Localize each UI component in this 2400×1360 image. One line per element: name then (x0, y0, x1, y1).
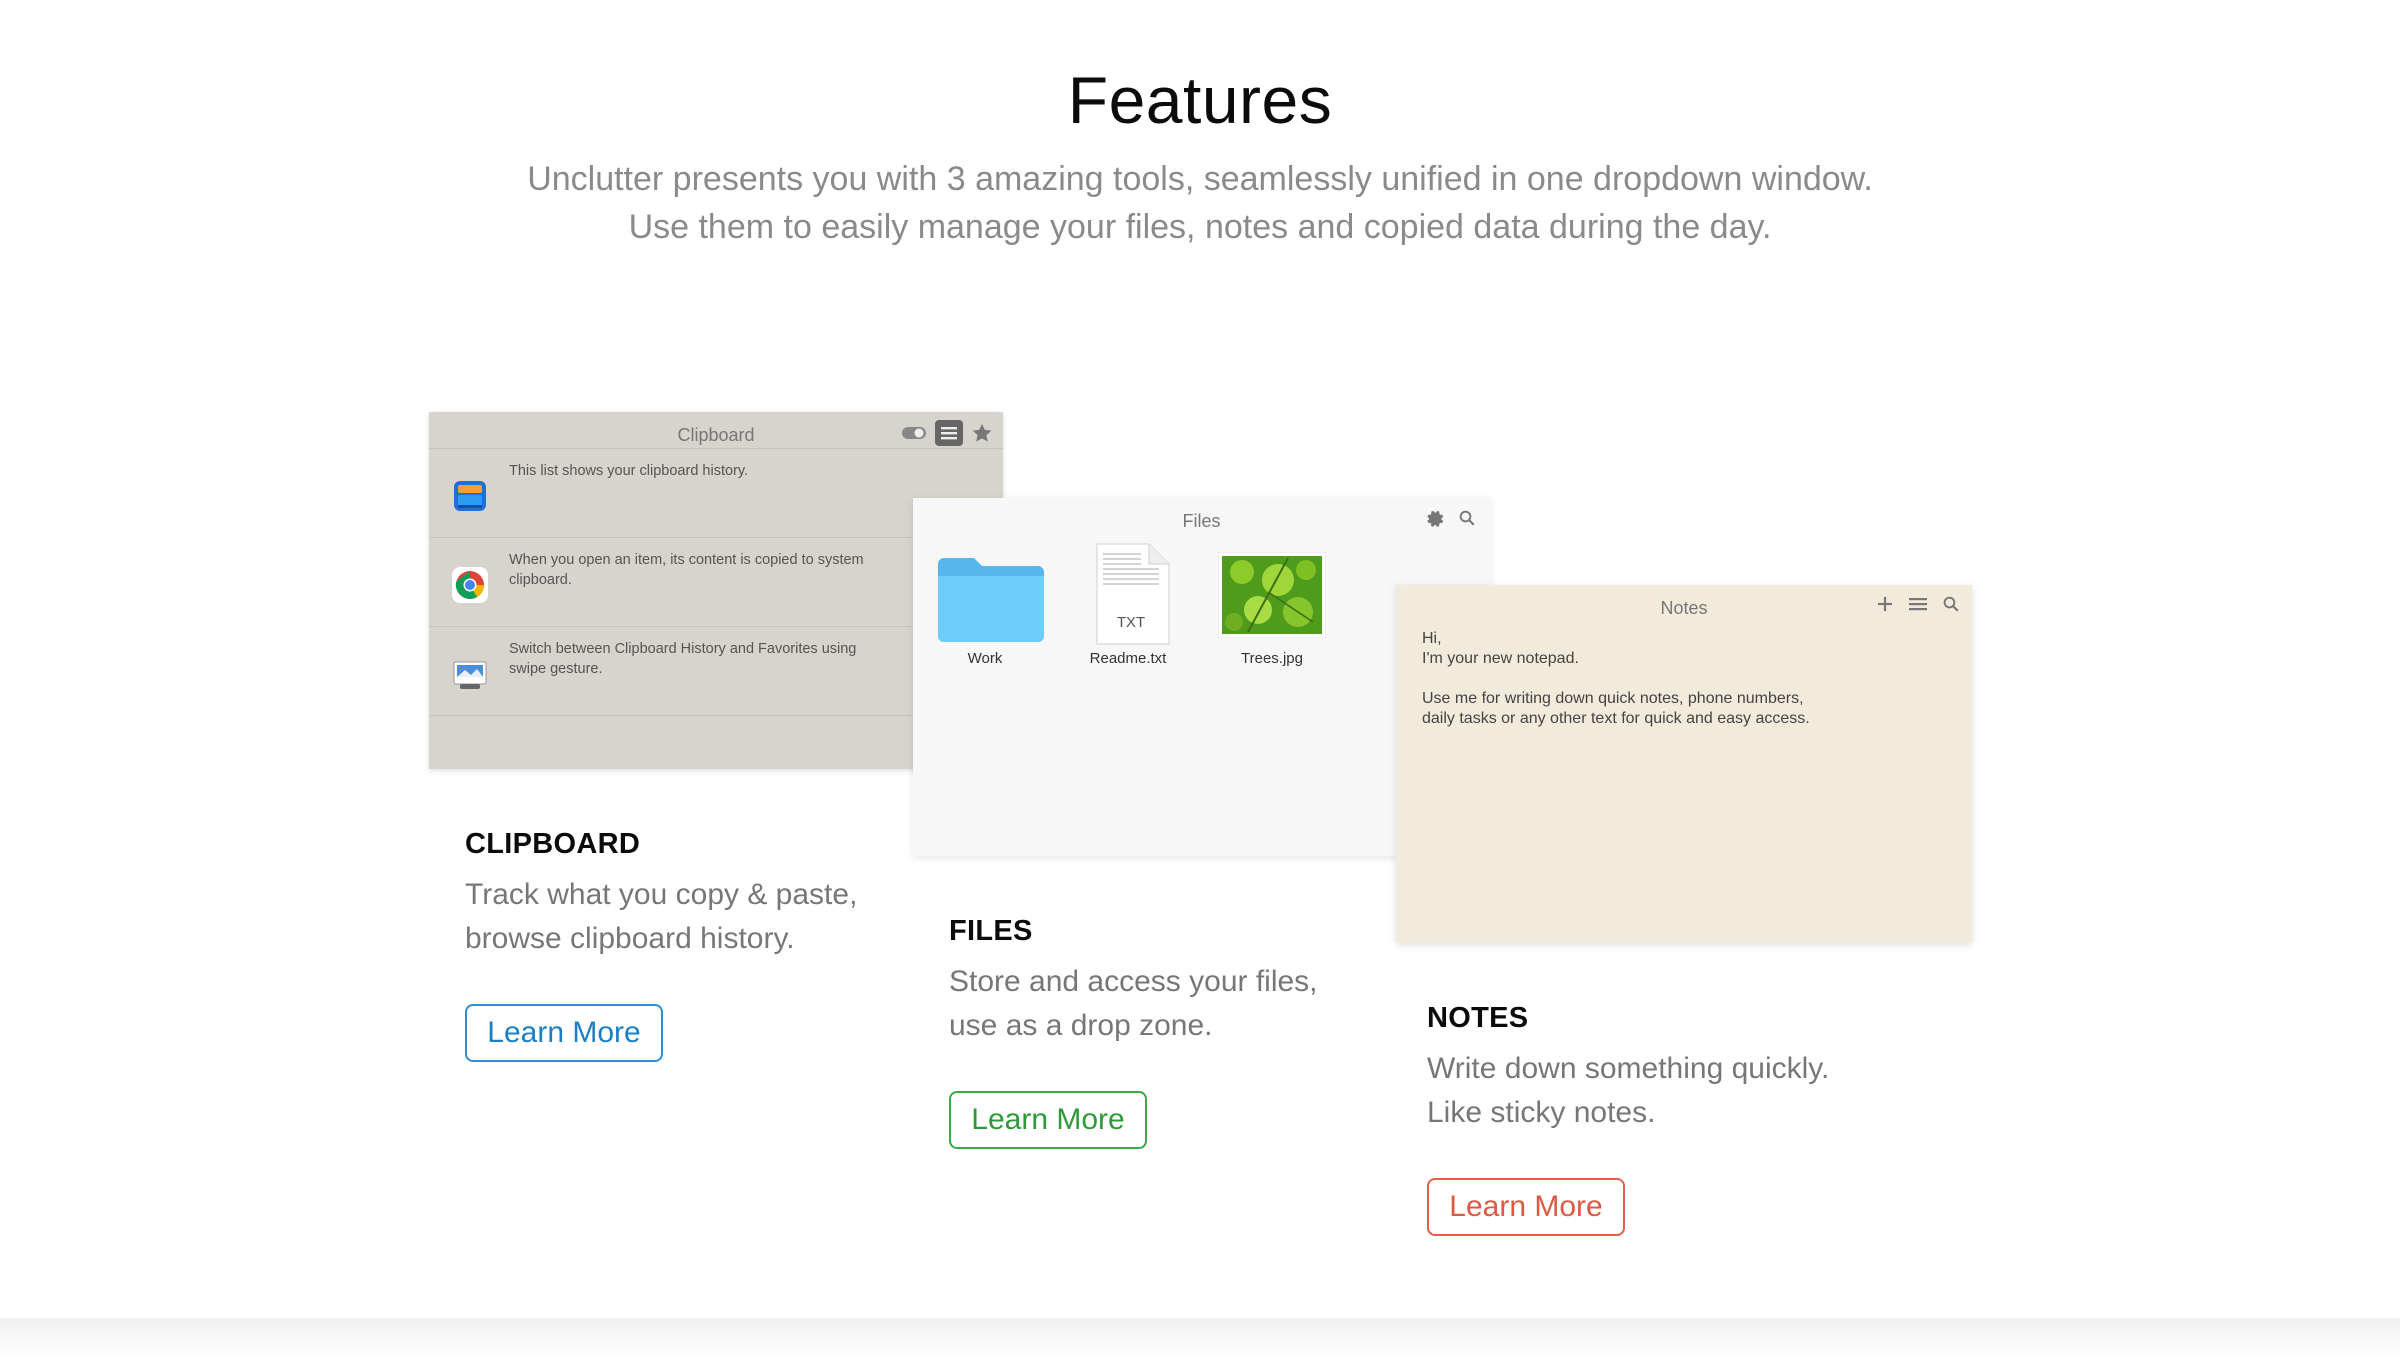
feature-desc-notes: Write down something quickly. Like stick… (1427, 1047, 1867, 1135)
feature-desc-line: Store and access your files, (949, 965, 1318, 998)
image-thumbnail-icon (1217, 551, 1327, 643)
feature-desc-clipboard: Track what you copy & paste, browse clip… (465, 873, 905, 961)
feature-desc-line: Like sticky notes. (1427, 1096, 1656, 1129)
files-toolbar (1424, 508, 1476, 533)
search-icon[interactable] (1458, 509, 1476, 532)
files-window-title: Files (1182, 511, 1221, 531)
clipboard-item-text: When you open an item, its content is co… (509, 552, 864, 588)
toggle-icon[interactable] (901, 425, 927, 446)
page-title: Features (1067, 63, 1333, 137)
gear-icon[interactable] (1424, 508, 1444, 533)
search-icon[interactable] (1942, 595, 1960, 618)
list-icon[interactable] (1908, 595, 1928, 618)
list-icon[interactable] (935, 420, 963, 451)
notes-window: Notes Hi, I'm your new notepad. Use me f… (1396, 585, 1972, 943)
feature-title-notes: NOTES (1427, 1002, 1529, 1034)
feature-title-clipboard: CLIPBOARD (465, 828, 641, 860)
folder-icon (936, 552, 1046, 649)
subtitle-line-1: Unclutter presents you with 3 amazing to… (527, 160, 1873, 198)
clipboard-learn-more-button[interactable]: Learn More (465, 1004, 663, 1062)
clipboard-item-text: This list shows your clipboard history. (509, 463, 749, 479)
clipboard-toolbar (901, 420, 993, 451)
feature-desc-line: Track what you copy & paste, (465, 878, 858, 911)
files-learn-more-button[interactable]: Learn More (949, 1091, 1147, 1149)
feature-desc-line: Write down something quickly. (1427, 1052, 1830, 1085)
notes-toolbar (1876, 595, 1960, 618)
chrome-icon (451, 566, 489, 604)
txt-badge: TXT (1116, 614, 1146, 631)
subtitle-line-2: Use them to easily manage your files, no… (628, 208, 1772, 246)
file-label: Readme.txt (1089, 650, 1167, 667)
section-divider-shadow (0, 1318, 2400, 1360)
feature-title-files: FILES (949, 915, 1033, 947)
star-icon[interactable] (971, 422, 993, 449)
file-label: Work (967, 650, 1003, 667)
file-label: Trees.jpg (1241, 650, 1303, 667)
txt-file-icon: TXT (1093, 542, 1173, 651)
notes-learn-more-button[interactable]: Learn More (1427, 1178, 1625, 1236)
notes-text[interactable]: Hi, I'm your new notepad. Use me for wri… (1422, 629, 1922, 729)
plus-icon[interactable] (1876, 595, 1894, 618)
feature-desc-line: browse clipboard history. (465, 922, 795, 955)
clipboard-item-text: Switch between Clipboard History and Fav… (509, 641, 857, 677)
app-store-icon (451, 477, 489, 515)
preview-icon (451, 655, 489, 693)
feature-desc-line: use as a drop zone. (949, 1009, 1213, 1042)
feature-desc-files: Store and access your files, use as a dr… (949, 960, 1389, 1048)
